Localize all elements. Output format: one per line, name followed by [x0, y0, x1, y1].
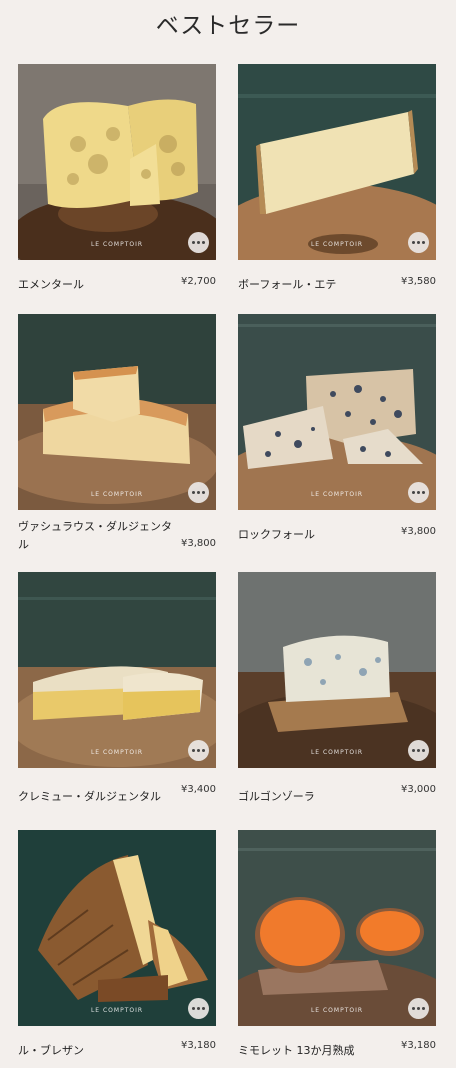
product-name[interactable]: ル・ブレザン: [18, 1042, 178, 1060]
product-price: ¥3,400: [181, 784, 216, 795]
product-card-vacherousse[interactable]: LE COMPTOIR ヴァシュラウス・ダルジェンタル ¥3,800: [18, 314, 216, 551]
cheese-photo: [18, 64, 216, 260]
product-price: ¥3,180: [401, 1040, 436, 1051]
product-name[interactable]: ゴルゴンゾーラ: [238, 788, 398, 806]
more-horizontal-icon[interactable]: [408, 482, 429, 503]
cheese-photo: [238, 572, 436, 768]
product-card-cremeux[interactable]: LE COMPTOIR クレミュー・ダルジェンタル ¥3,400: [18, 572, 216, 803]
product-image[interactable]: LE COMPTOIR: [238, 64, 436, 260]
product-card-beaufort[interactable]: LE COMPTOIR ボーフォール・エテ ¥3,580: [238, 64, 436, 291]
product-card-gorgonzola[interactable]: LE COMPTOIR ゴルゴンゾーラ ¥3,000: [238, 572, 436, 803]
brand-watermark: LE COMPTOIR: [90, 1007, 144, 1014]
page-title: ベストセラー: [155, 13, 301, 39]
product-card-brezain[interactable]: LE COMPTOIR ル・ブレザン ¥3,180: [18, 830, 216, 1057]
product-name[interactable]: ロックフォール: [238, 526, 398, 544]
cheese-photo: [18, 314, 216, 510]
product-price: ¥3,800: [181, 538, 216, 549]
product-price: ¥3,000: [401, 784, 436, 795]
brand-watermark: LE COMPTOIR: [310, 1007, 364, 1014]
product-image[interactable]: LE COMPTOIR: [18, 64, 216, 260]
more-horizontal-icon[interactable]: [408, 232, 429, 253]
product-name[interactable]: ミモレット 13か月熟成: [238, 1042, 388, 1060]
brand-watermark: LE COMPTOIR: [310, 241, 364, 248]
product-image[interactable]: LE COMPTOIR: [238, 314, 436, 510]
cheese-photo: [18, 830, 216, 1026]
product-price: ¥2,700: [181, 276, 216, 287]
cheese-photo: [238, 314, 436, 510]
product-image[interactable]: LE COMPTOIR: [238, 830, 436, 1026]
more-horizontal-icon[interactable]: [188, 740, 209, 761]
product-name[interactable]: エメンタール: [18, 276, 178, 294]
product-name[interactable]: ヴァシュラウス・ダルジェンタル: [18, 518, 178, 554]
brand-watermark: LE COMPTOIR: [90, 749, 144, 756]
cheese-photo: [238, 64, 436, 260]
product-name[interactable]: ボーフォール・エテ: [238, 276, 398, 294]
cheese-photo: [238, 830, 436, 1026]
product-image[interactable]: LE COMPTOIR: [18, 572, 216, 768]
more-horizontal-icon[interactable]: [188, 998, 209, 1019]
more-horizontal-icon[interactable]: [408, 740, 429, 761]
product-image[interactable]: LE COMPTOIR: [18, 314, 216, 510]
product-name[interactable]: クレミュー・ダルジェンタル: [18, 788, 188, 806]
product-card-mimolette[interactable]: LE COMPTOIR ミモレット 13か月熟成 ¥3,180: [238, 830, 436, 1057]
product-image[interactable]: LE COMPTOIR: [238, 572, 436, 768]
product-image[interactable]: LE COMPTOIR: [18, 830, 216, 1026]
product-price: ¥3,800: [401, 526, 436, 537]
more-horizontal-icon[interactable]: [408, 998, 429, 1019]
product-price: ¥3,580: [401, 276, 436, 287]
more-horizontal-icon[interactable]: [188, 232, 209, 253]
brand-watermark: LE COMPTOIR: [90, 241, 144, 248]
product-card-roquefort[interactable]: LE COMPTOIR ロックフォール ¥3,800: [238, 314, 436, 541]
product-price: ¥3,180: [181, 1040, 216, 1051]
cheese-photo: [18, 572, 216, 768]
more-horizontal-icon[interactable]: [188, 482, 209, 503]
product-card-emmental[interactable]: LE COMPTOIR エメンタール ¥2,700: [18, 64, 216, 291]
brand-watermark: LE COMPTOIR: [310, 491, 364, 498]
brand-watermark: LE COMPTOIR: [310, 749, 364, 756]
brand-watermark: LE COMPTOIR: [90, 491, 144, 498]
